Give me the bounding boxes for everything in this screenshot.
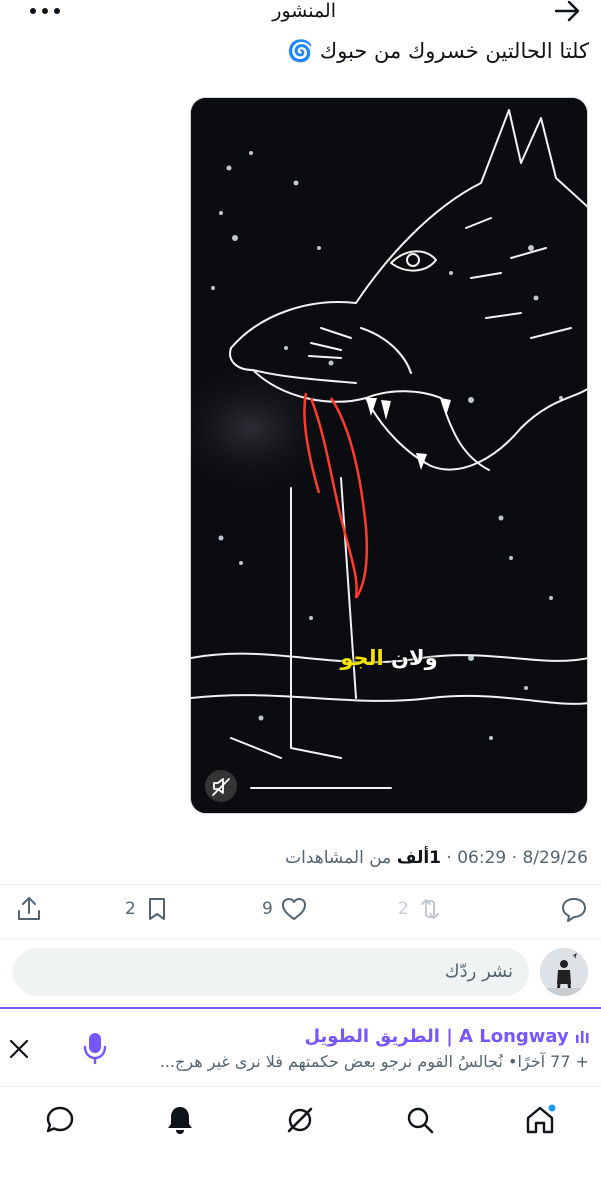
avatar[interactable] <box>540 948 588 996</box>
heart-icon <box>281 898 306 920</box>
back-button[interactable] <box>552 0 582 22</box>
post-body: كلتا الحالتين خسروك من حبوك <box>319 39 589 63</box>
space-title-text: A Longway | الطريق الطويل <box>304 1026 569 1047</box>
divider <box>0 938 601 939</box>
grok-icon <box>287 1107 313 1133</box>
close-icon[interactable] <box>6 1036 32 1062</box>
reply-placeholder: نشر ردّك <box>444 961 513 982</box>
more-dots-icon <box>30 8 60 14</box>
microphone-icon <box>83 1033 107 1065</box>
cyclone-emoji: 🌀 <box>287 39 314 63</box>
live-space-bar[interactable]: A Longway | الطريق الطويل + 77 آخرًا• نُ… <box>0 1007 601 1087</box>
bookmark-button[interactable]: 2 <box>125 893 172 925</box>
views-count: 1ألف <box>396 848 442 868</box>
repost-button[interactable]: 2 <box>398 893 445 925</box>
nav-search[interactable] <box>400 1100 440 1140</box>
page-title: المنشور <box>272 0 336 22</box>
space-subtitle: + 77 آخرًا• نُجالسُ القوم نرجو بعض حكمته… <box>159 1052 589 1071</box>
share-icon <box>18 897 40 920</box>
like-button[interactable]: 9 <box>262 893 309 925</box>
home-icon <box>526 1104 556 1134</box>
post-video[interactable]: ولان الجو <box>190 97 588 814</box>
repost-count: 2 <box>398 899 409 919</box>
post-time: 06:29 <box>457 848 507 868</box>
reply-icon <box>562 898 586 922</box>
like-count: 9 <box>262 899 273 919</box>
bell-icon <box>168 1107 192 1134</box>
video-caption: ولان الجو <box>191 646 587 670</box>
views-label: من المشاهدات <box>285 848 392 868</box>
post-meta: 8/29/26 · 06:29 · 1ألف من المشاهدات <box>285 848 588 868</box>
reply-input[interactable]: نشر ردّك <box>13 948 529 996</box>
caption-highlight: الجو <box>340 646 384 670</box>
post-text: كلتا الحالتين خسروك من حبوك 🌀 <box>29 36 589 66</box>
post-date: 8/29/26 <box>522 848 588 868</box>
space-title: A Longway | الطريق الطويل <box>304 1026 589 1047</box>
live-bars-icon <box>576 1031 589 1043</box>
user-avatar-image <box>540 948 588 996</box>
search-icon <box>407 1107 434 1134</box>
nav-messages[interactable] <box>40 1100 80 1140</box>
wolf-illustration <box>191 98 587 813</box>
muted-speaker-icon <box>212 778 230 796</box>
bookmark-count: 2 <box>125 899 136 919</box>
divider <box>0 884 601 885</box>
mute-button[interactable] <box>205 770 237 802</box>
nav-notifications[interactable] <box>160 1100 200 1140</box>
more-options-button[interactable] <box>28 6 62 16</box>
caption-text: ولان <box>391 646 438 670</box>
repost-icon <box>420 899 439 919</box>
nav-grok[interactable] <box>280 1100 320 1140</box>
nav-home[interactable] <box>520 1100 560 1140</box>
bookmark-icon <box>148 898 165 920</box>
messages-icon <box>46 1106 74 1133</box>
share-button[interactable] <box>14 893 44 925</box>
reply-button[interactable] <box>559 893 589 925</box>
arrow-right-icon <box>554 0 580 22</box>
